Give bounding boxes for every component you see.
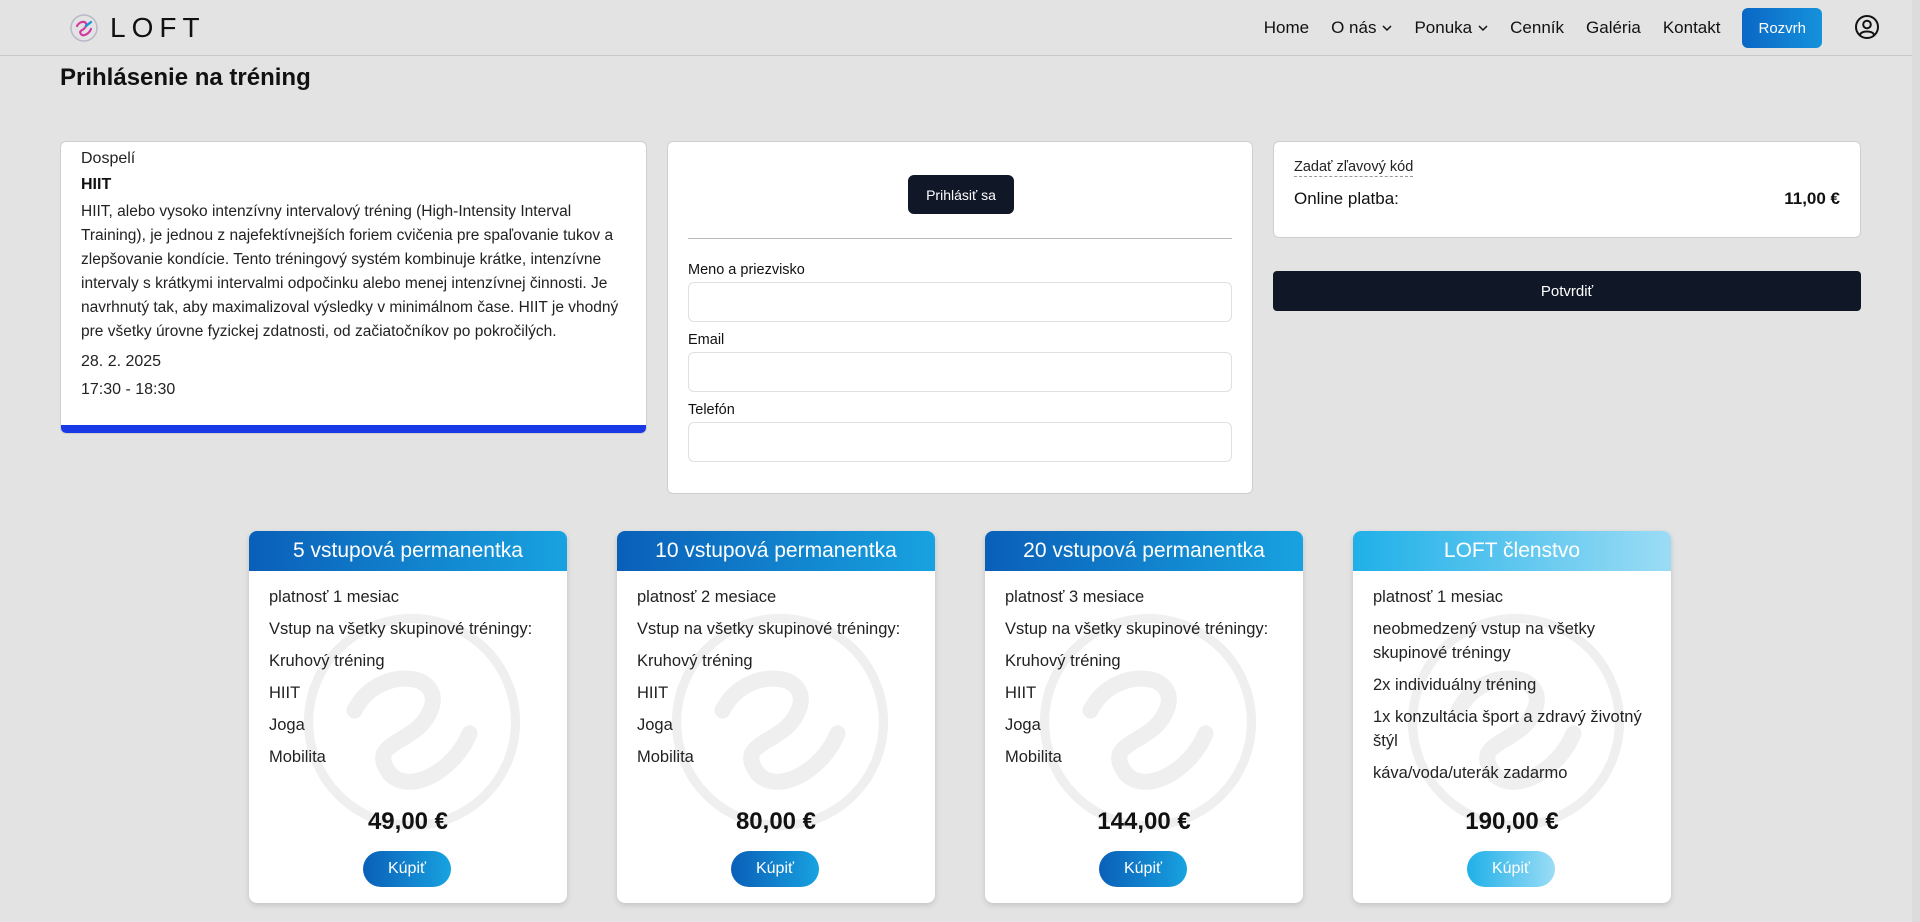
name-label: Meno a priezvisko xyxy=(688,262,805,278)
plan-feature: Joga xyxy=(637,716,673,734)
plan-feature: Vstup na všetky skupinové tréningy: xyxy=(1005,620,1269,638)
plan-price: 144,00 € xyxy=(1097,808,1191,835)
chevron-down-icon xyxy=(1382,25,1392,32)
plan-feature: Vstup na všetky skupinové tréningy: xyxy=(269,620,533,638)
training-accent-bar xyxy=(61,425,646,433)
chevron-down-icon xyxy=(1478,25,1488,32)
plan-feature: Mobilita xyxy=(1005,748,1062,766)
plan-feature: platnosť 3 mesiace xyxy=(1005,588,1145,606)
logo[interactable]: LOFT xyxy=(68,12,206,44)
page-title: Prihlásenie na tréning xyxy=(60,64,311,91)
online-payment-label: Online platba: xyxy=(1294,189,1399,208)
logo-text: LOFT xyxy=(110,12,206,43)
online-payment-value: 11,00 € xyxy=(1784,189,1840,208)
nav-item-cennik[interactable]: Cenník xyxy=(1510,18,1564,38)
plan-feature: platnosť 2 mesiace xyxy=(637,588,777,606)
nav-home-label: Home xyxy=(1263,18,1310,37)
plan-feature: platnosť 1 mesiac xyxy=(269,588,400,606)
nav-item-galeria[interactable]: Galéria xyxy=(1586,18,1641,38)
nav-item-ponuka[interactable]: Ponuka xyxy=(1414,18,1488,38)
training-info-card: Dospelí HIIT HIIT, alebo vysoko intenzív… xyxy=(60,141,647,434)
training-name: HIIT xyxy=(81,176,112,193)
plan-title: LOFT členstvo xyxy=(1353,531,1671,571)
plan-feature: Joga xyxy=(269,716,305,734)
plan-feature: Kruhový tréning xyxy=(269,652,385,670)
plan-feature: HIIT xyxy=(1005,684,1037,702)
login-button[interactable]: Prihlásiť sa xyxy=(908,175,1014,214)
plan-feature: Mobilita xyxy=(637,748,694,766)
plan-feature: 1x konzultácia šport a zdravý životný št… xyxy=(1373,708,1642,750)
plan-price: 49,00 € xyxy=(367,808,449,835)
buy-button[interactable]: Kúpiť xyxy=(1467,851,1555,887)
plan-card: 20 vstupová permanentka platnosť 3 mesia… xyxy=(985,531,1303,903)
plan-card: 5 vstupová permanentka platnosť 1 mesiac… xyxy=(249,531,567,903)
plan-feature: Mobilita xyxy=(269,748,326,766)
user-account-icon[interactable] xyxy=(1854,14,1880,40)
nav-ponuka-label: Ponuka xyxy=(1414,18,1473,37)
site-header: LOFT Home O nás Ponuka Cenník Galéria Ko… xyxy=(0,0,1920,56)
plan-feature: neobmedzený vstup na všetky skupinové tr… xyxy=(1373,620,1595,662)
plan-card: LOFT členstvo platnosť 1 mesiac neobmedz… xyxy=(1353,531,1671,903)
phone-label: Telefón xyxy=(688,402,735,418)
loft-logo-icon xyxy=(70,14,98,42)
main-nav: Home O nás Ponuka Cenník Galéria Kontakt… xyxy=(1242,8,1822,48)
plan-feature: Joga xyxy=(1005,716,1041,734)
schedule-button[interactable]: Rozvrh xyxy=(1742,8,1822,48)
buy-button[interactable]: Kúpiť xyxy=(363,851,451,887)
nav-item-kontakt[interactable]: Kontakt xyxy=(1663,18,1721,38)
nav-galeria-label: Galéria xyxy=(1586,18,1641,37)
plan-feature: 2x individuálny tréning xyxy=(1373,676,1537,694)
confirm-button[interactable]: Potvrdiť xyxy=(1273,271,1861,311)
plan-title: 5 vstupová permanentka xyxy=(249,531,567,571)
plan-feature: Kruhový tréning xyxy=(637,652,753,670)
scrollbar[interactable] xyxy=(1912,0,1920,922)
nav-o-nas-label: O nás xyxy=(1331,18,1377,37)
nav-cennik-label: Cenník xyxy=(1510,18,1565,37)
training-date: 28. 2. 2025 xyxy=(81,353,162,370)
signup-form-card: Prihlásiť sa Meno a priezvisko Email Tel… xyxy=(667,141,1253,494)
buy-button[interactable]: Kúpiť xyxy=(731,851,819,887)
online-payment-row: Online platba: 11,00 € xyxy=(1294,189,1840,209)
plan-feature: Vstup na všetky skupinové tréningy: xyxy=(637,620,901,638)
email-label: Email xyxy=(688,332,725,348)
training-category: Dospelí xyxy=(81,150,136,167)
plan-price: 80,00 € xyxy=(735,808,817,835)
name-field[interactable] xyxy=(688,282,1232,322)
nav-kontakt-label: Kontakt xyxy=(1662,18,1721,37)
nav-item-home[interactable]: Home xyxy=(1264,18,1309,38)
plan-feature: HIIT xyxy=(269,684,301,702)
phone-field[interactable] xyxy=(688,422,1232,462)
payment-summary-card: Zadať zľavový kód Online platba: 11,00 € xyxy=(1273,141,1861,238)
divider xyxy=(688,238,1232,239)
training-time: 17:30 - 18:30 xyxy=(81,381,176,398)
plan-price: 190,00 € xyxy=(1465,808,1559,835)
plan-feature: HIIT xyxy=(637,684,669,702)
plan-feature: káva/voda/uterák zadarmo xyxy=(1373,764,1568,782)
discount-code-link[interactable]: Zadať zľavový kód xyxy=(1294,159,1414,177)
plan-title: 20 vstupová permanentka xyxy=(985,531,1303,571)
buy-button[interactable]: Kúpiť xyxy=(1099,851,1187,887)
email-field[interactable] xyxy=(688,352,1232,392)
training-description: HIIT, alebo vysoko intenzívny intervalov… xyxy=(81,203,619,340)
plan-card: 10 vstupová permanentka platnosť 2 mesia… xyxy=(617,531,935,903)
plan-feature: platnosť 1 mesiac xyxy=(1373,588,1504,606)
nav-item-o-nas[interactable]: O nás xyxy=(1331,18,1392,38)
plan-title: 10 vstupová permanentka xyxy=(617,531,935,571)
plan-feature: Kruhový tréning xyxy=(1005,652,1121,670)
